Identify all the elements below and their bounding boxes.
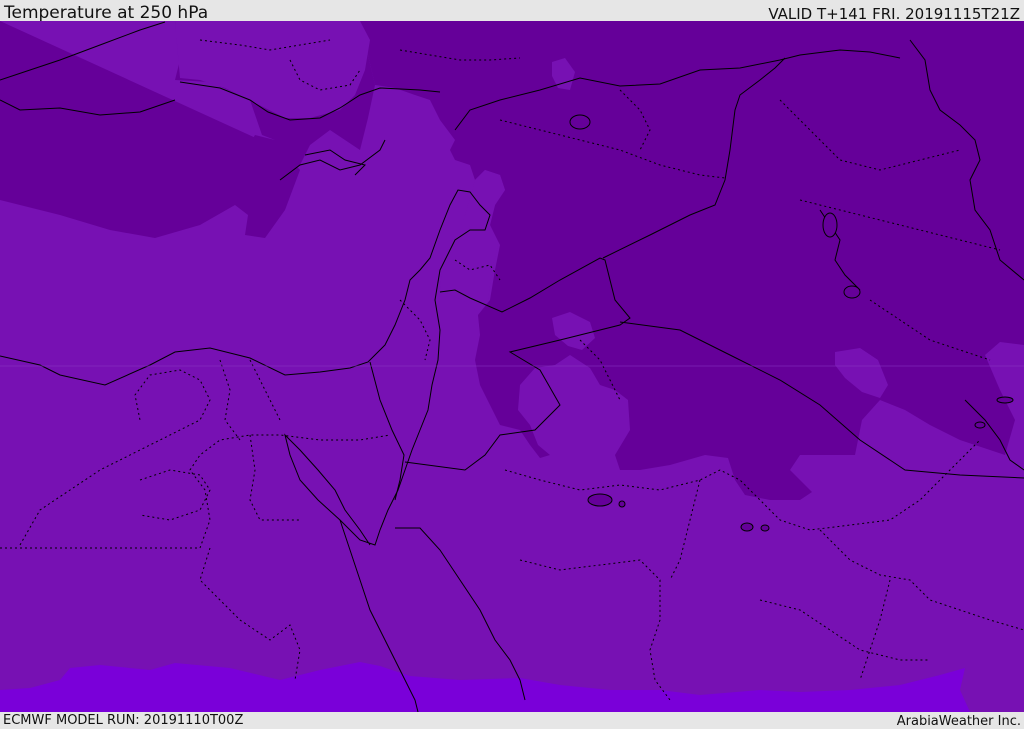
model-run-label: ECMWF MODEL RUN: 20191110T00Z [3,713,244,728]
footer-bar: ECMWF MODEL RUN: 20191110T00Z ArabiaWeat… [0,712,1024,729]
map-title: Temperature at 250 hPa [4,3,209,23]
map-canvas [0,21,1024,712]
credit-label: ArabiaWeather Inc. [896,714,1021,729]
weather-map[interactable] [0,21,1024,712]
header-bar: Temperature at 250 hPa VALID T+141 FRI. … [0,0,1024,23]
